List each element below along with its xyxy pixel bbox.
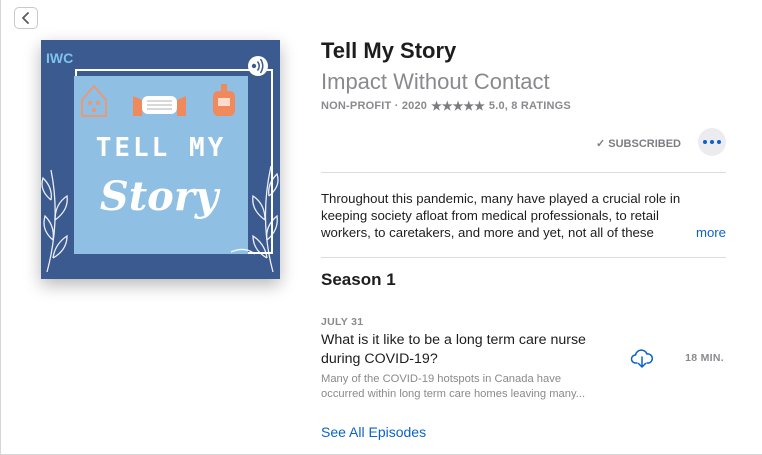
- download-button[interactable]: [630, 348, 654, 370]
- back-button[interactable]: [14, 7, 38, 29]
- category-year: NON-PROFIT · 2020: [321, 100, 428, 112]
- cloud-download-icon: [630, 349, 654, 368]
- see-all-episodes-link[interactable]: See All Episodes: [321, 424, 426, 440]
- description-line: workers, to caretakers, and more and yet…: [321, 225, 654, 240]
- artwork-line1: TELL MY: [96, 133, 227, 163]
- divider: [321, 172, 726, 173]
- episode-description-line: Many of the COVID-19 hotspots in Canada …: [321, 373, 562, 385]
- description-line: keeping society afloat from medical prof…: [321, 208, 659, 223]
- rating-text: 5.0, 8 RATINGS: [488, 100, 571, 112]
- podcast-author-link[interactable]: Impact Without Contact: [321, 69, 550, 95]
- episode-description-line: occurred within long term care homes lea…: [321, 387, 586, 400]
- chevron-left-icon: [22, 12, 29, 24]
- more-dots-icon: [703, 140, 707, 144]
- more-link[interactable]: more: [667, 224, 726, 241]
- season-heading: Season 1: [321, 270, 396, 289]
- artwork-badge: IWC: [46, 50, 73, 66]
- rating-stars: ★★★★★: [431, 99, 485, 113]
- podcast-description: Throughout this pandemic, many have play…: [321, 190, 726, 244]
- subscribed-button[interactable]: ✓ SUBSCRIBED: [596, 137, 681, 150]
- episode-date: JULY 31: [321, 316, 364, 328]
- podcast-artwork[interactable]: IWC TELL MY Story: [41, 40, 280, 279]
- more-options-button[interactable]: [698, 128, 726, 156]
- episode-duration: 18 MIN.: [685, 352, 724, 364]
- window-border-left: [0, 0, 1, 455]
- podcast-meta: NON-PROFIT · 2020 ★★★★★ 5.0, 8 RATINGS: [321, 99, 571, 113]
- episode-description: Many of the COVID-19 hotspots in Canada …: [321, 372, 621, 401]
- divider: [321, 257, 726, 258]
- podcast-icon: [248, 56, 268, 76]
- episode-title[interactable]: What is it like to be a long term care n…: [321, 331, 621, 368]
- description-line: Throughout this pandemic, many have play…: [321, 191, 681, 206]
- podcast-title: Tell My Story: [321, 38, 457, 63]
- artwork-line2: Story: [100, 173, 221, 220]
